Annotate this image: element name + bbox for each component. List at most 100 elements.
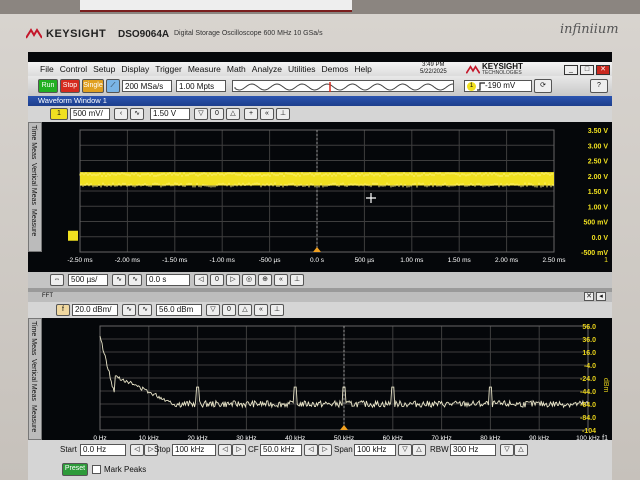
rbw-up-button[interactable]: △ [514, 444, 528, 456]
channel-control-row: 1 500 mV/ ‹ ∿ 1.50 V ▽ 0 △ + « ⊥ [28, 106, 612, 122]
clock-date: 5/22/2025 [420, 69, 447, 75]
trigger-level-field[interactable]: 1 -190 mV [464, 80, 532, 92]
run-button[interactable]: Run [38, 79, 58, 93]
span-up-button[interactable]: △ [412, 444, 426, 456]
stop-frequency-field[interactable]: 100 kHz [172, 444, 216, 456]
menu-item-analyze[interactable]: Analyze [252, 64, 282, 74]
datetime: 3:49 PM 5/22/2025 [420, 62, 447, 76]
time-domain-plot[interactable]: 3.50 V 3.00 V 2.50 V 2.00 V 1.50 V 1.00 V 500 … [42, 122, 612, 272]
timebase-up-button[interactable]: ∿ [128, 274, 142, 286]
menu-item-help[interactable]: Help [354, 64, 371, 74]
fft-offset-down-button[interactable]: ▽ [206, 304, 220, 316]
position-zero-button[interactable]: 0 [210, 274, 224, 286]
trigger-channel-badge: 1 [467, 82, 476, 91]
horizontal-icon[interactable]: ⇔ [50, 274, 64, 286]
keysight-wave-icon [466, 64, 480, 74]
menu-item-measure[interactable]: Measure [188, 64, 221, 74]
channel1-badge[interactable]: 1 [50, 108, 68, 120]
menu-item-math[interactable]: Math [227, 64, 246, 74]
help-icon[interactable]: ? [590, 79, 608, 93]
rbw-field[interactable]: 300 Hz [450, 444, 496, 456]
x-tick-label: -2.50 ms [67, 257, 93, 264]
scale-down-button[interactable]: ‹ [114, 108, 128, 120]
menu-item-control[interactable]: Control [60, 64, 87, 74]
timebase-field[interactable]: 500 µs/ [68, 274, 108, 286]
trigger-slope-icon[interactable]: ⟳ [534, 79, 552, 93]
maximize-button[interactable]: □ [580, 65, 594, 75]
fft-plot[interactable]: 56.0 36.0 16.0 -4.0 -24.0 -44.0 -64.0 -84.0 -104… [42, 318, 612, 448]
memory-depth-field[interactable]: 1.00 Mpts [176, 80, 226, 92]
close-button[interactable]: ✕ [596, 65, 610, 75]
menu-item-utilities[interactable]: Utilities [288, 64, 315, 74]
offset-zero-button[interactable]: 0 [210, 108, 224, 120]
pin-icon[interactable]: ⊥ [276, 108, 290, 120]
clock-time: 3:49 PM [422, 62, 445, 68]
x-tick-label: 1.00 ms [400, 257, 424, 264]
offset-up-button[interactable]: △ [226, 108, 240, 120]
fft-tab-time-meas[interactable]: Time Meas [29, 319, 38, 357]
y-tick-label: 3.50 V [588, 128, 609, 135]
tab-vertical-meas[interactable]: Vertical Meas [29, 161, 38, 207]
collapse-icon[interactable]: « [260, 108, 274, 120]
cf-down-button[interactable]: ◁ [304, 444, 318, 456]
timebase-control-row: ⇔ 500 µs/ ∿ ∿ 0.0 s ◁ 0 ▷ ◎ ⊕ « ⊥ [28, 272, 612, 288]
center-frequency-field[interactable]: 50.0 kHz [260, 444, 302, 456]
tab-time-meas[interactable]: Time Meas [29, 123, 38, 161]
timebase-down-button[interactable]: ∿ [112, 274, 126, 286]
minimize-button[interactable]: _ [564, 65, 578, 75]
position-right-button[interactable]: ▷ [226, 274, 240, 286]
stop-label: Stop [154, 445, 171, 454]
menu-item-trigger[interactable]: Trigger [155, 64, 182, 74]
cf-label: CF [248, 445, 259, 454]
menu-item-file[interactable]: File [40, 64, 54, 74]
fft-offset-zero-button[interactable]: 0 [222, 304, 236, 316]
fft-maximize-button[interactable]: ◂ [596, 292, 606, 301]
span-down-button[interactable]: ▽ [398, 444, 412, 456]
fft-scale-up-button[interactable]: ∿ [138, 304, 152, 316]
start-frequency-field[interactable]: 0.0 Hz [80, 444, 126, 456]
fft-scale-field[interactable]: 20.0 dBm/ [72, 304, 118, 316]
add-icon[interactable]: + [244, 108, 258, 120]
fft-close-button[interactable]: ✕ [584, 292, 594, 301]
auto-scale-icon[interactable]: ⟋ [106, 79, 120, 93]
fft-title-bar: FFT ✕ ◂ [28, 292, 612, 302]
y-tick-label: 0.0 V [592, 235, 609, 242]
fft-scale-down-button[interactable]: ∿ [122, 304, 136, 316]
rbw-down-button[interactable]: ▽ [500, 444, 514, 456]
vertical-scale-field[interactable]: 500 mV/ [70, 108, 110, 120]
mark-peaks-checkbox[interactable] [92, 465, 101, 474]
collapse-icon-2[interactable]: « [274, 274, 288, 286]
tab-measure[interactable]: Measure [29, 207, 38, 238]
sample-rate-field[interactable]: 200 MSa/s [122, 80, 172, 92]
fft-y-tick-label: -4.0 [584, 363, 596, 370]
single-button[interactable]: Single [82, 79, 104, 93]
fft-pin-icon[interactable]: ⊥ [270, 304, 284, 316]
cf-up-button[interactable]: ▷ [318, 444, 332, 456]
horizontal-position-field[interactable]: 0.0 s [146, 274, 190, 286]
delay-icon[interactable]: ⊕ [258, 274, 272, 286]
fft-tab-measure[interactable]: Measure [29, 403, 38, 434]
stop-up-button[interactable]: ▷ [232, 444, 246, 456]
menu-item-setup[interactable]: Setup [93, 64, 115, 74]
menu-item-display[interactable]: Display [121, 64, 149, 74]
menu-item-demos[interactable]: Demos [321, 64, 348, 74]
fft-function-icon[interactable]: f [56, 304, 70, 316]
fft-tab-vertical-meas[interactable]: Vertical Meas [29, 357, 38, 403]
pin-icon-2[interactable]: ⊥ [290, 274, 304, 286]
zoom-icon[interactable]: ◎ [242, 274, 256, 286]
offset-down-button[interactable]: ▽ [194, 108, 208, 120]
fft-frequency-row: Start 0.0 Hz ◁ ▷ Stop 100 kHz ◁ ▷ CF 50.… [28, 440, 612, 460]
preset-button[interactable]: Preset [62, 463, 88, 476]
fft-y-tick-label: -44.0 [580, 389, 596, 396]
span-field[interactable]: 100 kHz [354, 444, 396, 456]
fft-offset-up-button[interactable]: △ [238, 304, 252, 316]
vertical-offset-field[interactable]: 1.50 V [150, 108, 190, 120]
fft-offset-field[interactable]: 56.0 dBm [156, 304, 202, 316]
fft-collapse-icon[interactable]: « [254, 304, 268, 316]
scale-up-button[interactable]: ∿ [130, 108, 144, 120]
y-tick-label: 2.00 V [588, 174, 609, 181]
stop-down-button[interactable]: ◁ [218, 444, 232, 456]
position-left-button[interactable]: ◁ [194, 274, 208, 286]
start-down-button[interactable]: ◁ [130, 444, 144, 456]
stop-button[interactable]: Stop [60, 79, 80, 93]
